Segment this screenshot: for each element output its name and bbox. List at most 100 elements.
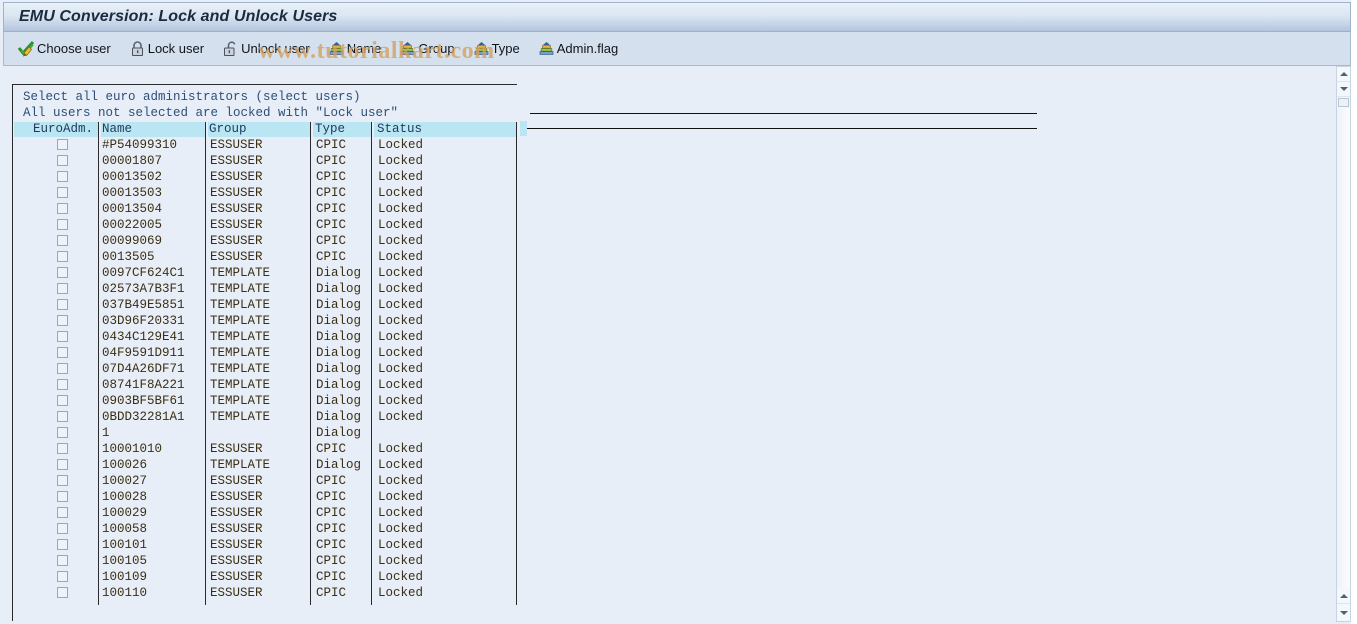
table-row[interactable]: 0013505 ESSUSER CPIC Locked xyxy=(14,249,517,265)
euroadm-checkbox[interactable] xyxy=(57,203,68,214)
euroadm-checkbox[interactable] xyxy=(57,331,68,342)
table-row[interactable]: 08741F8A221 TEMPLATE Dialog Locked xyxy=(14,377,517,393)
euroadm-checkbox[interactable] xyxy=(57,235,68,246)
table-row[interactable]: 1 Dialog xyxy=(14,425,517,441)
table-row[interactable]: 037B49E5851 TEMPLATE Dialog Locked xyxy=(14,297,517,313)
toolbar-button-group[interactable]: Group xyxy=(397,37,456,61)
table-row[interactable]: 00001807 ESSUSER CPIC Locked xyxy=(14,153,517,169)
sort-ascending-icon xyxy=(399,40,416,57)
euroadm-checkbox[interactable] xyxy=(57,283,68,294)
cell-group: ESSUSER xyxy=(210,586,263,600)
table-row[interactable]: 100028 ESSUSER CPIC Locked xyxy=(14,489,517,505)
table-row[interactable]: 02573A7B3F1 TEMPLATE Dialog Locked xyxy=(14,281,517,297)
cell-type: CPIC xyxy=(316,570,347,584)
cell-name: 100027 xyxy=(102,474,148,488)
cell-name: 04F9591D911 xyxy=(102,346,185,360)
cell-group: ESSUSER xyxy=(210,186,263,200)
cell-status: Locked xyxy=(378,202,424,216)
euroadm-checkbox[interactable] xyxy=(57,555,68,566)
euroadm-checkbox[interactable] xyxy=(57,475,68,486)
euroadm-checkbox[interactable] xyxy=(57,299,68,310)
scroll-page-up-button[interactable] xyxy=(1337,589,1350,604)
column-header-group[interactable]: Group xyxy=(208,122,310,137)
euroadm-checkbox[interactable] xyxy=(57,411,68,422)
euroadm-checkbox[interactable] xyxy=(57,491,68,502)
cell-status: Locked xyxy=(378,298,424,312)
toolbar-button-type[interactable]: Type xyxy=(471,37,522,61)
euroadm-checkbox[interactable] xyxy=(57,459,68,470)
cell-group: TEMPLATE xyxy=(210,282,271,296)
euroadm-checkbox[interactable] xyxy=(57,187,68,198)
euroadm-checkbox[interactable] xyxy=(57,395,68,406)
euroadm-checkbox[interactable] xyxy=(57,443,68,454)
table-row[interactable]: 07D4A26DF71 TEMPLATE Dialog Locked xyxy=(14,361,517,377)
cell-name: 100028 xyxy=(102,490,148,504)
table-row[interactable]: #P54099310 ESSUSER CPIC Locked xyxy=(14,137,517,153)
column-header-name[interactable]: Name xyxy=(101,122,205,137)
euroadm-checkbox[interactable] xyxy=(57,155,68,166)
table-row[interactable]: 100026 TEMPLATE Dialog Locked xyxy=(14,457,517,473)
euroadm-checkbox[interactable] xyxy=(57,571,68,582)
column-header-euroadm[interactable]: EuroAdm. xyxy=(33,122,98,137)
cell-status: Locked xyxy=(378,458,424,472)
cell-status: Locked xyxy=(378,234,424,248)
table-row[interactable]: 00099069 ESSUSER CPIC Locked xyxy=(14,233,517,249)
cell-status: Locked xyxy=(378,314,424,328)
euroadm-checkbox[interactable] xyxy=(57,507,68,518)
table-row[interactable]: 100105 ESSUSER CPIC Locked xyxy=(14,553,517,569)
vertical-scrollbar[interactable] xyxy=(1336,66,1351,622)
euroadm-checkbox[interactable] xyxy=(57,315,68,326)
table-row[interactable]: 100110 ESSUSER CPIC Locked xyxy=(14,585,517,601)
table-row[interactable]: 00022005 ESSUSER CPIC Locked xyxy=(14,217,517,233)
column-header-type[interactable]: Type xyxy=(313,122,371,137)
table-row[interactable]: 0BDD32281A1 TEMPLATE Dialog Locked xyxy=(14,409,517,425)
scroll-up-button[interactable] xyxy=(1337,67,1350,82)
table-row[interactable]: 00013502 ESSUSER CPIC Locked xyxy=(14,169,517,185)
table-row[interactable]: 100027 ESSUSER CPIC Locked xyxy=(14,473,517,489)
table-row[interactable]: 03D96F20331 TEMPLATE Dialog Locked xyxy=(14,313,517,329)
euroadm-checkbox[interactable] xyxy=(57,347,68,358)
euroadm-checkbox[interactable] xyxy=(57,539,68,550)
cell-type: CPIC xyxy=(316,186,347,200)
table-row[interactable]: 10001010 ESSUSER CPIC Locked xyxy=(14,441,517,457)
scrollbar-track[interactable] xyxy=(1337,108,1350,589)
table-row[interactable]: 100058 ESSUSER CPIC Locked xyxy=(14,521,517,537)
table-row[interactable]: 04F9591D911 TEMPLATE Dialog Locked xyxy=(14,345,517,361)
scroll-down-button[interactable] xyxy=(1337,82,1350,97)
table-row[interactable]: 0903BF5BF61 TEMPLATE Dialog Locked xyxy=(14,393,517,409)
selection-panel: Select all euro administrators (select u… xyxy=(12,84,517,621)
cell-status: Locked xyxy=(378,186,424,200)
cell-type: CPIC xyxy=(316,586,347,600)
table-row[interactable]: 100101 ESSUSER CPIC Locked xyxy=(14,537,517,553)
column-header-status[interactable]: Status xyxy=(374,122,517,137)
table-row[interactable]: 0097CF624C1 TEMPLATE Dialog Locked xyxy=(14,265,517,281)
euroadm-checkbox[interactable] xyxy=(57,427,68,438)
scroll-page-down-button[interactable] xyxy=(1337,605,1350,620)
euroadm-checkbox[interactable] xyxy=(57,379,68,390)
cell-type: Dialog xyxy=(316,394,362,408)
toolbar-button-unlock-user[interactable]: Unlock user xyxy=(220,37,312,61)
cell-group: ESSUSER xyxy=(210,554,263,568)
table-row[interactable]: 100029 ESSUSER CPIC Locked xyxy=(14,505,517,521)
table-row[interactable]: 00013504 ESSUSER CPIC Locked xyxy=(14,201,517,217)
table-row[interactable]: 0434C129E41 TEMPLATE Dialog Locked xyxy=(14,329,517,345)
euroadm-checkbox[interactable] xyxy=(57,267,68,278)
sap-gui-window: EMU Conversion: Lock and Unlock Users Ch… xyxy=(0,0,1357,624)
application-toolbar: Choose user Lock user Unlock user Name Group… xyxy=(3,32,1351,66)
toolbar-button-lock-user[interactable]: Lock user xyxy=(127,37,206,61)
euroadm-checkbox[interactable] xyxy=(57,363,68,374)
euroadm-checkbox[interactable] xyxy=(57,171,68,182)
table-row[interactable]: 00013503 ESSUSER CPIC Locked xyxy=(14,185,517,201)
table-row[interactable]: 100109 ESSUSER CPIC Locked xyxy=(14,569,517,585)
scrollbar-thumb[interactable] xyxy=(1338,98,1349,107)
euroadm-checkbox[interactable] xyxy=(57,219,68,230)
euroadm-checkbox[interactable] xyxy=(57,523,68,534)
euroadm-checkbox[interactable] xyxy=(57,139,68,150)
euroadm-checkbox[interactable] xyxy=(57,251,68,262)
toolbar-button-choose-user[interactable]: Choose user xyxy=(16,37,113,61)
toolbar-button-name[interactable]: Name xyxy=(326,37,384,61)
euroadm-checkbox[interactable] xyxy=(57,587,68,598)
page-title: EMU Conversion: Lock and Unlock Users xyxy=(19,8,338,25)
toolbar-button-admin-flag[interactable]: Admin.flag xyxy=(536,37,620,61)
toolbar-button-label: Choose user xyxy=(37,41,111,56)
